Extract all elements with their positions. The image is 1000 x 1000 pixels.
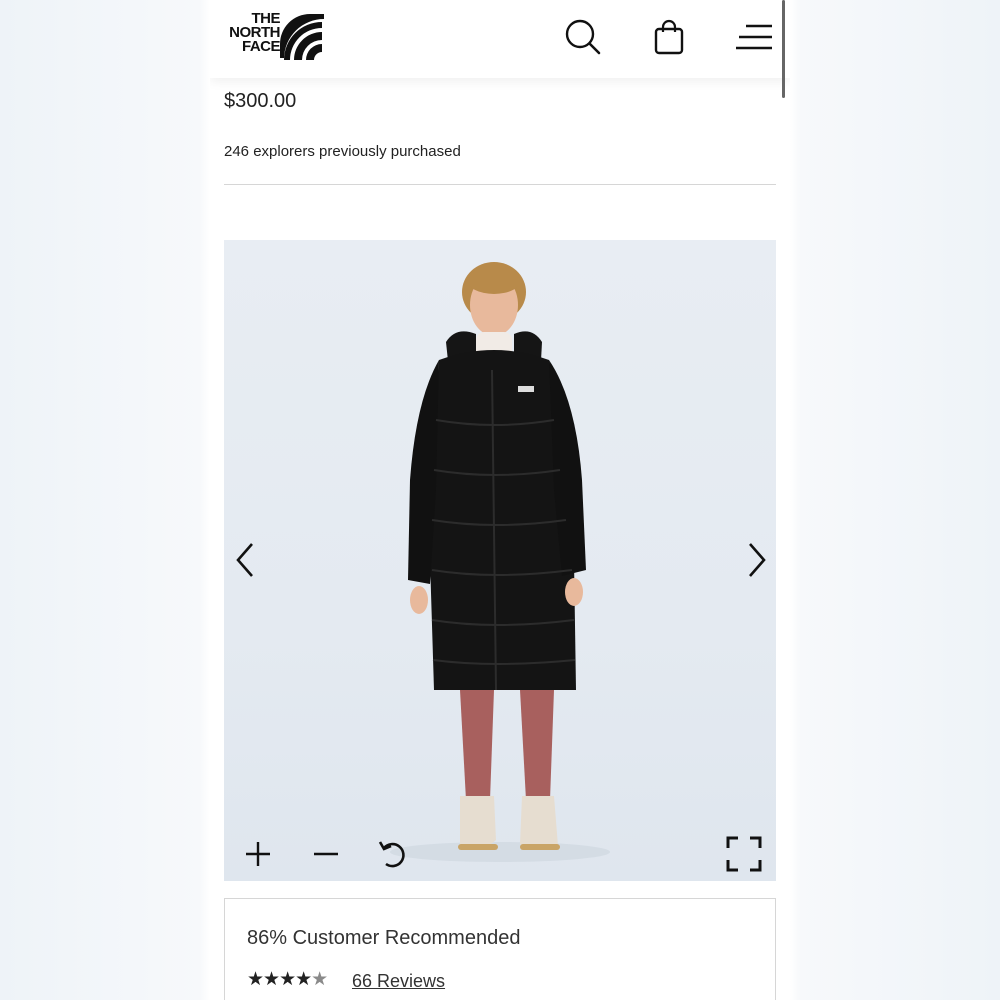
star-rating: ★★★★★ xyxy=(247,968,328,991)
star-icon-partial: ★ xyxy=(311,969,328,990)
scrollbar[interactable] xyxy=(782,0,785,98)
brand-logo[interactable]: THE NORTH FACE xyxy=(222,10,324,62)
fullscreen-icon[interactable] xyxy=(726,836,762,872)
chevron-left-icon[interactable] xyxy=(232,540,262,580)
product-price: $300.00 xyxy=(224,90,297,112)
zoom-out-icon[interactable] xyxy=(308,836,344,872)
site-header: THE NORTH FACE xyxy=(210,0,790,78)
recommendation-rate: 86% Customer Recommended xyxy=(247,927,521,949)
search-icon[interactable] xyxy=(564,18,602,56)
star-icons-full: ★★★★ xyxy=(247,969,312,990)
reviews-link[interactable]: 66 Reviews xyxy=(352,971,445,992)
rotate-icon[interactable] xyxy=(374,836,410,872)
menu-icon[interactable] xyxy=(734,18,772,56)
shopping-bag-icon[interactable] xyxy=(650,18,688,56)
chevron-right-icon[interactable] xyxy=(740,540,770,580)
logo-mark-icon xyxy=(280,14,324,60)
purchase-count: 246 explorers previously purchased xyxy=(224,143,461,160)
divider xyxy=(224,184,776,185)
logo-wordmark: THE NORTH FACE xyxy=(229,10,280,55)
mobile-page: THE NORTH FACE $300.00 246 explorers pre… xyxy=(210,0,790,1000)
reviews-summary: 86% Customer Recommended ★★★★★ 66 Review… xyxy=(224,898,776,1000)
product-image-gallery[interactable] xyxy=(224,240,776,881)
product-photo xyxy=(390,262,610,862)
zoom-in-icon[interactable] xyxy=(240,836,276,872)
